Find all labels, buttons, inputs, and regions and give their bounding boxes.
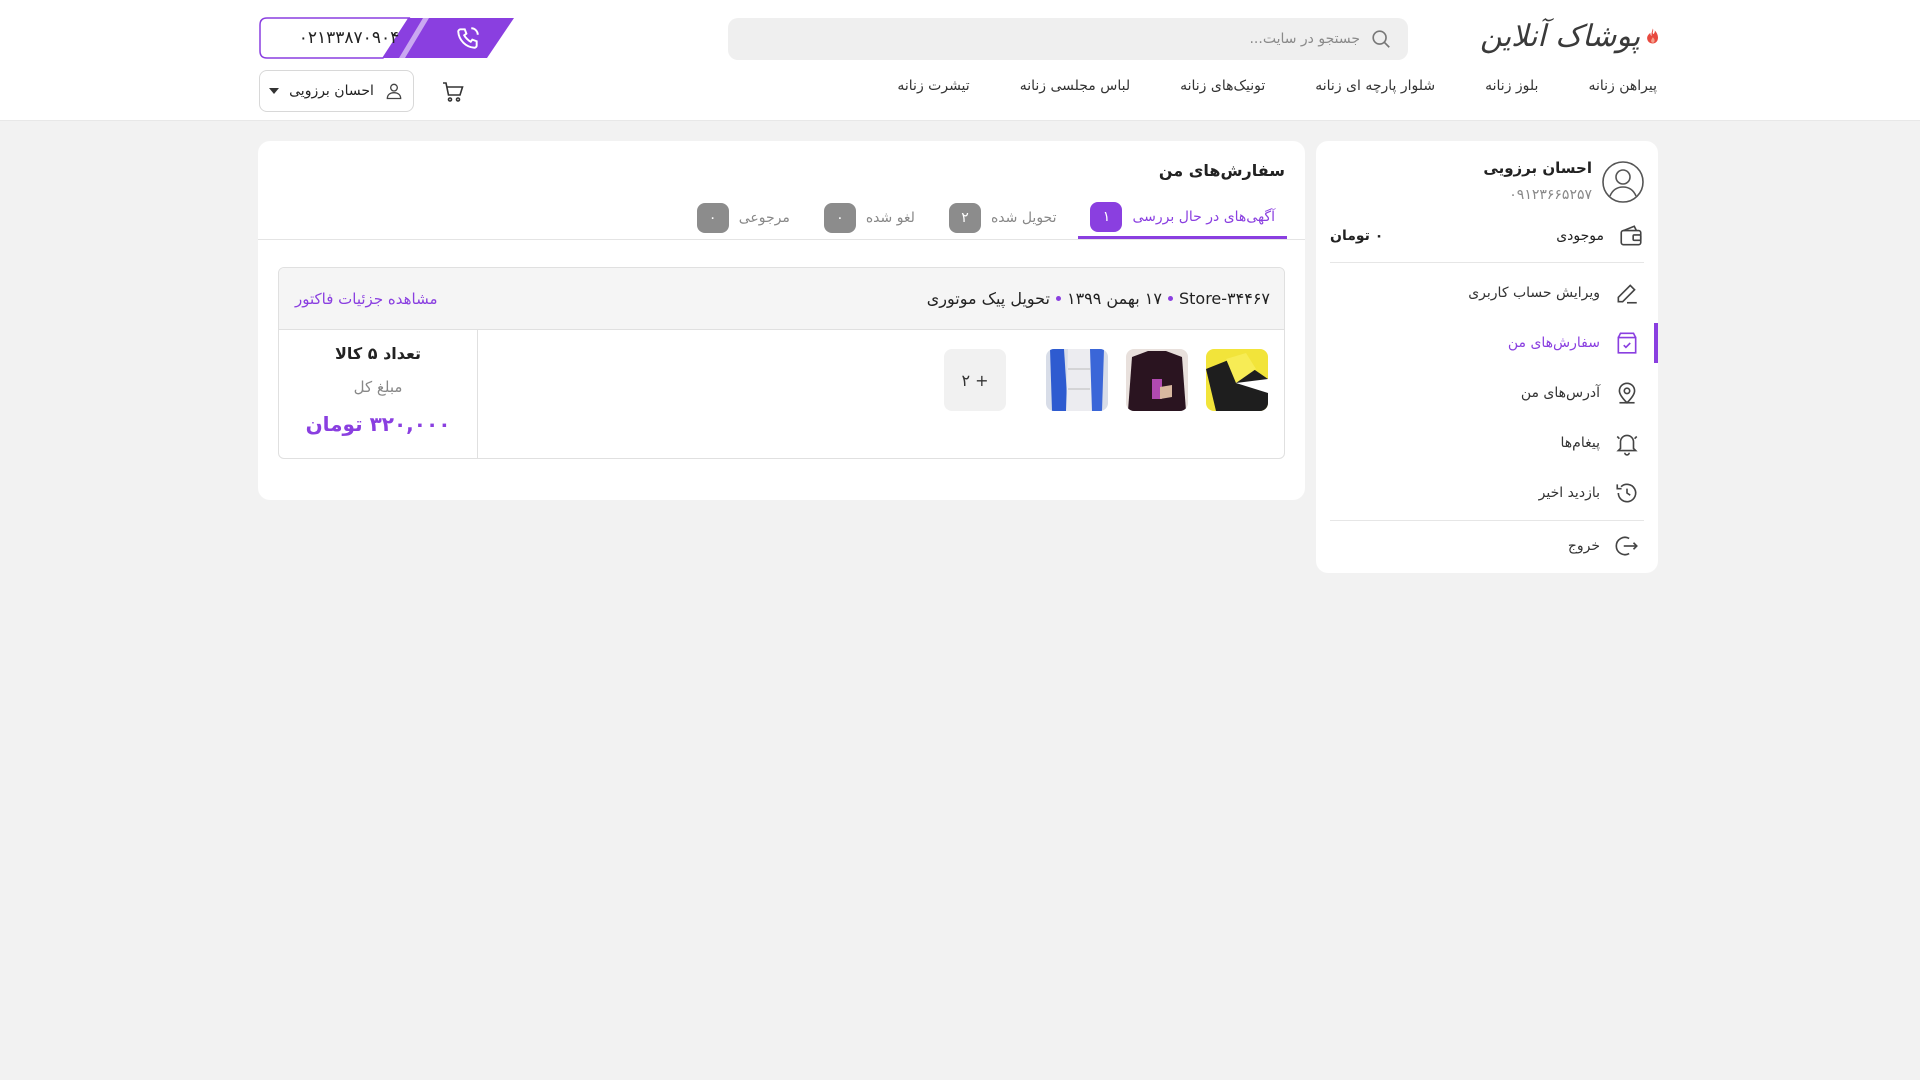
- item-count: تعداد ۵ کالا: [334, 344, 422, 363]
- page-title: سفارش‌های من: [1158, 161, 1285, 180]
- site-logo[interactable]: پوشاک آنلاین: [1480, 10, 1660, 62]
- tab-count-badge: ۱: [1090, 201, 1123, 232]
- tab-pending[interactable]: آگهی‌های در حال بررسی ۱: [1078, 197, 1287, 239]
- order-date: ۱۷ بهمن ۱۳۹۹: [1066, 289, 1162, 308]
- tab-delivered[interactable]: تحویل شده ۲: [937, 197, 1069, 239]
- location-pin-icon: [1618, 382, 1636, 404]
- order-info: Store-۳۴۴۶۷ ۱۷ بهمن ۱۳۹۹ تحویل پیک موتور…: [927, 289, 1270, 308]
- nav-item-blouses[interactable]: بلوز زنانه: [1485, 78, 1538, 102]
- sidebar-item-my-orders[interactable]: سفارش‌های من: [1316, 323, 1658, 363]
- support-phone[interactable]: ۰۲۱۳۳۸۷۰۹۰۴: [259, 17, 515, 59]
- search-icon[interactable]: [1370, 28, 1392, 50]
- site-header: پوشاک آنلاین ۰۲۱۳۳۸۷۰۹۰۴ پیراهن زنانه بل…: [0, 0, 1920, 121]
- tabs-divider: [258, 239, 1305, 240]
- tab-count-badge: ۰: [823, 203, 856, 233]
- sidebar-item-edit-account[interactable]: ویرایش حساب کاربری: [1316, 273, 1658, 313]
- balance-label: موجودی: [1556, 228, 1604, 244]
- tab-cancelled[interactable]: لغو شده ۰: [812, 197, 927, 239]
- sidebar-item-addresses[interactable]: آدرس‌های من: [1316, 373, 1658, 413]
- invoice-details-link[interactable]: مشاهده جزئیات فاکتور: [295, 290, 438, 308]
- product-thumbnail[interactable]: [1206, 349, 1268, 411]
- more-items-indicator[interactable]: + ۲: [944, 349, 1006, 411]
- wallet-balance: موجودی ۰ تومان: [1330, 219, 1644, 253]
- cart-icon[interactable]: [441, 80, 465, 104]
- order-header: Store-۳۴۴۶۷ ۱۷ بهمن ۱۳۹۹ تحویل پیک موتور…: [279, 268, 1284, 330]
- nav-item-dresses[interactable]: پیراهن زنانه: [1588, 78, 1657, 102]
- history-icon: [1616, 483, 1637, 503]
- order-tabs: آگهی‌های در حال بررسی ۱ تحویل شده ۲ لغو …: [675, 197, 1287, 239]
- user-icon: [386, 83, 402, 100]
- logout-icon: [1615, 536, 1638, 556]
- product-thumbnail[interactable]: [1046, 349, 1108, 411]
- logo-text: پوشاک آنلاین: [1480, 18, 1641, 54]
- total-label: مبلغ کل: [353, 378, 403, 396]
- order-summary: تعداد ۵ کالا مبلغ کل ۳۲۰,۰۰۰ تومان: [279, 330, 478, 458]
- user-menu-button[interactable]: احسان برزویی: [259, 70, 414, 112]
- tab-label: مرجوعی: [738, 210, 790, 226]
- divider: [1330, 520, 1644, 521]
- separator-dot: [1055, 296, 1061, 301]
- search-box: [728, 18, 1408, 60]
- profile-summary: احسان برزویی ۰۹۱۲۳۶۶۵۲۵۷: [1330, 155, 1644, 215]
- user-name: احسان برزویی: [289, 83, 374, 99]
- order-items: + ۲: [944, 349, 1268, 411]
- nav-item-trousers[interactable]: شلوار پارچه ای زنانه: [1315, 78, 1435, 102]
- tab-label: آگهی‌های در حال بررسی: [1132, 208, 1275, 225]
- phone-icon: [457, 27, 479, 49]
- caret-down-icon: [269, 88, 280, 94]
- order-shipping: تحویل پیک موتوری: [926, 289, 1050, 308]
- profile-mobile: ۰۹۱۲۳۶۶۵۲۵۷: [1509, 187, 1592, 203]
- nav-item-evening-dresses[interactable]: لباس مجلسی زنانه: [1020, 78, 1130, 102]
- separator-dot: [1167, 296, 1173, 301]
- order-code: Store-۳۴۴۶۷: [1178, 289, 1270, 308]
- tab-returned[interactable]: مرجوعی ۰: [685, 197, 802, 239]
- sidebar-item-logout[interactable]: خروج: [1316, 526, 1658, 566]
- sidebar-item-label: پیغام‌ها: [1560, 435, 1600, 451]
- edit-icon: [1617, 284, 1637, 304]
- profile-name: احسان برزویی: [1483, 159, 1592, 177]
- sidebar-item-label: آدرس‌های من: [1520, 385, 1600, 401]
- bell-icon: [1616, 434, 1638, 456]
- sidebar-item-recent-views[interactable]: بازدید اخیر: [1316, 473, 1658, 513]
- divider: [1330, 262, 1644, 263]
- tab-label: لغو شده: [865, 210, 915, 226]
- balance-value: ۰ تومان: [1330, 228, 1384, 244]
- nav-item-tshirts[interactable]: تیشرت زنانه: [897, 78, 969, 102]
- total-price: ۳۲۰,۰۰۰ تومان: [305, 412, 451, 436]
- sidebar-item-label: بازدید اخیر: [1538, 485, 1600, 501]
- order-card: Store-۳۴۴۶۷ ۱۷ بهمن ۱۳۹۹ تحویل پیک موتور…: [278, 267, 1285, 459]
- main-nav: پیراهن زنانه بلوز زنانه شلوار پارچه ای ز…: [897, 78, 1657, 102]
- sidebar-item-label: ویرایش حساب کاربری: [1468, 285, 1600, 301]
- orders-bag-icon: [1617, 332, 1637, 354]
- order-body: + ۲ تعداد ۵ کالا مبلغ کل ۳۲۰,۰۰۰ تومان: [279, 330, 1284, 458]
- wallet-icon: [1620, 225, 1642, 246]
- sidebar-item-label: خروج: [1567, 538, 1600, 554]
- nav-item-tunics[interactable]: تونیک‌های زنانه: [1180, 78, 1265, 102]
- product-thumbnail[interactable]: [1126, 349, 1188, 411]
- sidebar-item-messages[interactable]: پیغام‌ها: [1316, 423, 1658, 463]
- search-input[interactable]: [744, 31, 1360, 47]
- orders-panel: سفارش‌های من آگهی‌های در حال بررسی ۱ تحو…: [258, 141, 1305, 500]
- sidebar-item-label: سفارش‌های من: [1507, 335, 1600, 351]
- tab-count-badge: ۰: [696, 203, 729, 233]
- flame-logo-icon: [1647, 28, 1659, 44]
- account-sidebar: احسان برزویی ۰۹۱۲۳۶۶۵۲۵۷ موجودی ۰ تومان …: [1316, 141, 1658, 573]
- tab-count-badge: ۲: [948, 203, 981, 233]
- avatar-icon: [1602, 161, 1644, 203]
- phone-number: ۰۲۱۳۳۸۷۰۹۰۴: [298, 28, 400, 48]
- tab-label: تحویل شده: [990, 210, 1057, 226]
